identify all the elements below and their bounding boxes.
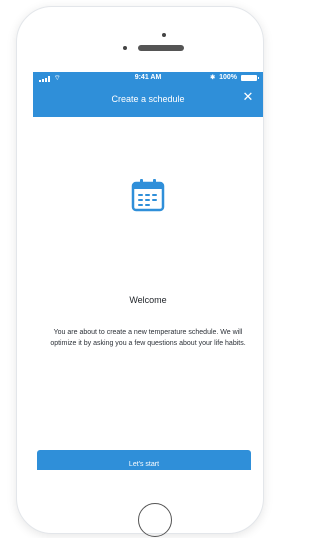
header-bar: ⌔ 9:41 AM ✱ 100% Create a schedule ✕ bbox=[33, 72, 263, 117]
front-camera bbox=[162, 33, 166, 37]
home-button[interactable] bbox=[138, 503, 172, 537]
status-right: ✱ 100% bbox=[210, 74, 259, 81]
earpiece-speaker bbox=[138, 45, 184, 51]
welcome-heading: Welcome bbox=[129, 295, 167, 305]
page-title: Create a schedule bbox=[111, 94, 185, 104]
lets-start-button[interactable]: Let's start bbox=[37, 450, 251, 470]
calendar-icon bbox=[131, 179, 165, 212]
bluetooth-icon: ✱ bbox=[210, 75, 216, 81]
proximity-sensor bbox=[123, 46, 127, 50]
status-bar: ⌔ 9:41 AM ✱ 100% bbox=[33, 74, 263, 86]
battery-percent: 100% bbox=[219, 74, 237, 81]
battery-icon bbox=[241, 74, 259, 81]
close-icon[interactable]: ✕ bbox=[241, 90, 255, 104]
app-screen: ⌔ 9:41 AM ✱ 100% Create a schedule ✕ Wel… bbox=[33, 72, 263, 470]
welcome-description: You are about to create a new temperatur… bbox=[50, 329, 246, 347]
